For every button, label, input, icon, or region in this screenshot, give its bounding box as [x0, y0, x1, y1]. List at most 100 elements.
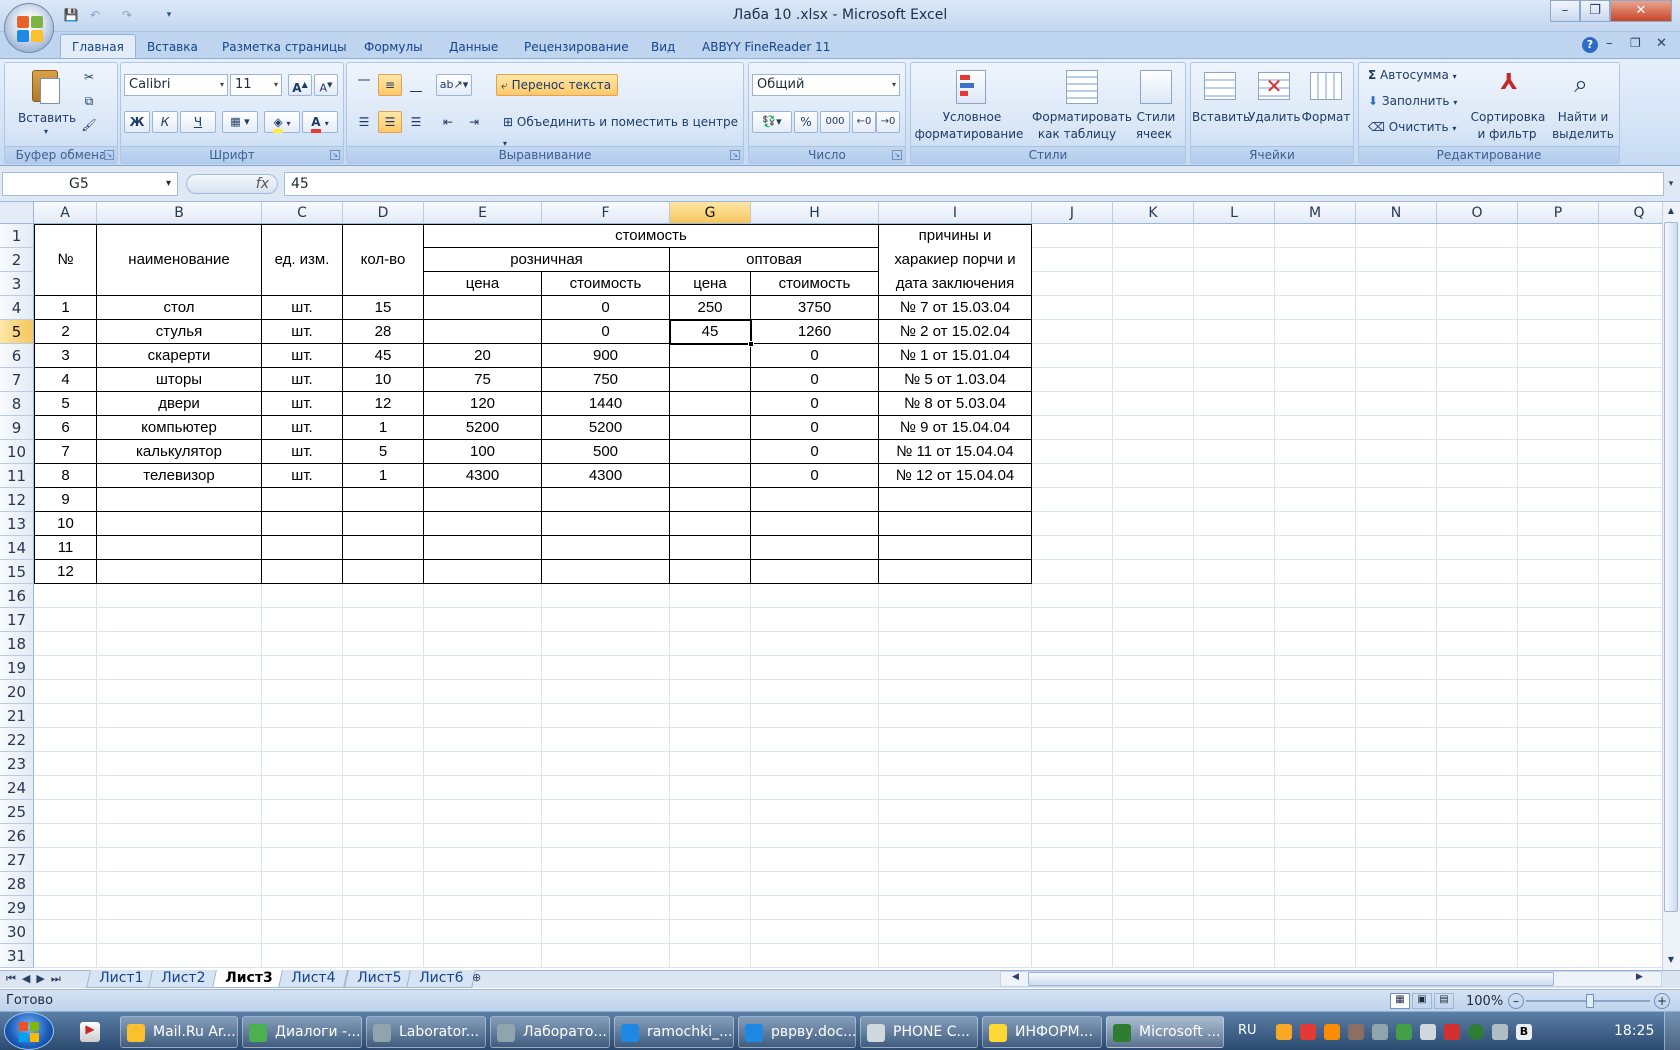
- grid-cell[interactable]: [1518, 344, 1599, 368]
- row-header-20[interactable]: 20: [0, 680, 34, 704]
- delete-cells-icon[interactable]: ✕: [1258, 72, 1290, 100]
- grid-cell[interactable]: [1194, 224, 1275, 248]
- grid-cell[interactable]: [879, 632, 1032, 656]
- row-header-6[interactable]: 6: [0, 344, 34, 368]
- table-cell[interactable]: [751, 536, 879, 560]
- table-cell[interactable]: 15: [343, 296, 424, 320]
- grid-cell[interactable]: [424, 752, 542, 776]
- grid-cell[interactable]: [1275, 848, 1356, 872]
- grid-cell[interactable]: [1275, 704, 1356, 728]
- grid-cell[interactable]: [1275, 896, 1356, 920]
- grid-cell[interactable]: [670, 872, 751, 896]
- grid-cell[interactable]: [542, 656, 670, 680]
- number-format-combo[interactable]: Общий ▾: [752, 74, 900, 96]
- column-header-L[interactable]: L: [1194, 202, 1275, 224]
- table-cell[interactable]: 6: [34, 416, 97, 440]
- grid-cell[interactable]: [343, 800, 424, 824]
- scroll-up-icon[interactable]: ▲: [1663, 203, 1679, 219]
- grid-cell[interactable]: [1437, 776, 1518, 800]
- grid-cell[interactable]: [670, 680, 751, 704]
- grid-cell[interactable]: [1275, 920, 1356, 944]
- binoculars-icon[interactable]: ⌕: [1564, 70, 1598, 104]
- grid-cell[interactable]: [1599, 848, 1662, 872]
- grid-cell[interactable]: [1437, 512, 1518, 536]
- grid-cell[interactable]: [1437, 656, 1518, 680]
- table-cell[interactable]: № 1 от 15.01.04: [879, 344, 1032, 368]
- grid-cell[interactable]: [1032, 512, 1113, 536]
- fill-handle[interactable]: [748, 341, 754, 347]
- grid-cell[interactable]: [670, 584, 751, 608]
- grid-cell[interactable]: [1194, 800, 1275, 824]
- grid-cell[interactable]: [262, 920, 343, 944]
- format-as-table-label-2[interactable]: как таблицу: [1036, 127, 1118, 141]
- grid-cell[interactable]: [1437, 272, 1518, 296]
- table-cell[interactable]: [262, 512, 343, 536]
- grow-font-icon[interactable]: A▲: [288, 74, 312, 96]
- grid-cell[interactable]: [1275, 752, 1356, 776]
- table-cell[interactable]: [542, 536, 670, 560]
- taskbar-item[interactable]: ИНФОРМ...: [982, 1016, 1102, 1048]
- delete-cells-button[interactable]: Удалить: [1248, 110, 1301, 124]
- name-box-dropdown-icon[interactable]: ▾: [166, 173, 171, 195]
- grid-cell[interactable]: [879, 728, 1032, 752]
- grid-cell[interactable]: [424, 944, 542, 968]
- table-cell[interactable]: [262, 536, 343, 560]
- grid-cell[interactable]: [34, 848, 97, 872]
- grid-cell[interactable]: [262, 800, 343, 824]
- grid-cell[interactable]: [1032, 392, 1113, 416]
- tab-home[interactable]: Главная: [60, 34, 136, 58]
- grid-cell[interactable]: [34, 704, 97, 728]
- grid-cell[interactable]: [1518, 848, 1599, 872]
- grid-cell[interactable]: [542, 752, 670, 776]
- grid-cell[interactable]: [1599, 536, 1662, 560]
- grid-cell[interactable]: [1113, 536, 1194, 560]
- grid-cell[interactable]: [1194, 824, 1275, 848]
- grid-cell[interactable]: [34, 800, 97, 824]
- grid-cell[interactable]: [1194, 416, 1275, 440]
- grid-cell[interactable]: [1599, 896, 1662, 920]
- grid-cell[interactable]: [670, 824, 751, 848]
- grid-cell[interactable]: [1113, 680, 1194, 704]
- grid-cell[interactable]: [1275, 728, 1356, 752]
- grid-cell[interactable]: [1275, 344, 1356, 368]
- antivirus-icon[interactable]: [1300, 1024, 1316, 1040]
- grid-cell[interactable]: [1437, 392, 1518, 416]
- table-cell[interactable]: [670, 536, 751, 560]
- grid-cell[interactable]: [1194, 632, 1275, 656]
- vertical-scroll-thumb[interactable]: [1664, 222, 1678, 912]
- grid-cell[interactable]: [1599, 656, 1662, 680]
- table-cell[interactable]: [262, 560, 343, 584]
- grid-cell[interactable]: [97, 752, 262, 776]
- grid-cell[interactable]: [1275, 632, 1356, 656]
- table-cell[interactable]: 3: [34, 344, 97, 368]
- sheet-tab-2[interactable]: Лист2: [148, 970, 219, 988]
- paste-label[interactable]: Вставить: [18, 111, 76, 125]
- table-cell[interactable]: [424, 296, 542, 320]
- table-cell[interactable]: 11: [34, 536, 97, 560]
- grid-cell[interactable]: [1437, 824, 1518, 848]
- column-header-M[interactable]: M: [1275, 202, 1356, 224]
- table-cell[interactable]: 0: [751, 416, 879, 440]
- table-cell[interactable]: [262, 488, 343, 512]
- grid-cell[interactable]: [1518, 248, 1599, 272]
- grid-cell[interactable]: [1356, 272, 1437, 296]
- grid-cell[interactable]: [1113, 512, 1194, 536]
- grid-cell[interactable]: [879, 656, 1032, 680]
- grid-cell[interactable]: [1194, 488, 1275, 512]
- row-header-8[interactable]: 8: [0, 392, 34, 416]
- table-cell[interactable]: 20: [424, 344, 542, 368]
- grid-cell[interactable]: [1599, 776, 1662, 800]
- close-button[interactable]: ✕: [1610, 0, 1672, 22]
- grid-cell[interactable]: [1194, 896, 1275, 920]
- grid-cell[interactable]: [1032, 944, 1113, 968]
- grid-cell[interactable]: [1032, 680, 1113, 704]
- row-header-15[interactable]: 15: [0, 560, 34, 584]
- grid-cell[interactable]: [1599, 272, 1662, 296]
- grid-cell[interactable]: [1518, 296, 1599, 320]
- table-cell[interactable]: [670, 488, 751, 512]
- grid-cell[interactable]: [34, 776, 97, 800]
- grid-cell[interactable]: [1032, 296, 1113, 320]
- name-box[interactable]: G5 ▾: [2, 172, 178, 196]
- increase-indent-icon[interactable]: ⇥: [462, 111, 486, 133]
- dialog-launcher-icon[interactable]: ↘: [104, 150, 114, 160]
